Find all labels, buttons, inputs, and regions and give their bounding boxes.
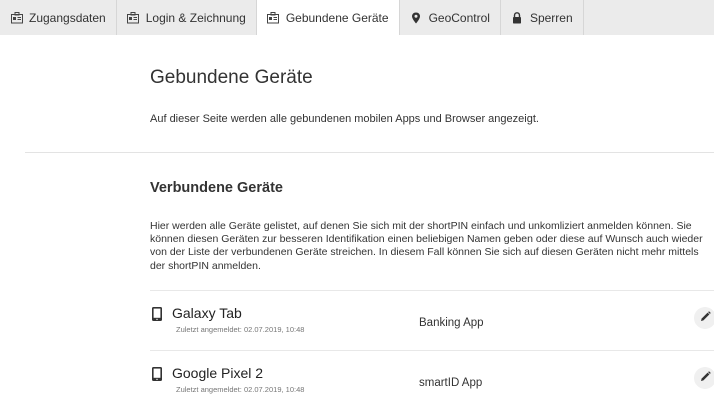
tab-zugangsdaten[interactable]: Zugangsdaten [0, 0, 117, 35]
pencil-icon [700, 369, 711, 387]
page-description: Auf dieser Seite werden alle gebundenen … [150, 113, 539, 125]
device-app: smartID App [419, 377, 483, 389]
pencil-icon [700, 309, 711, 327]
device-row: Galaxy Tab Zuletzt angemeldet: 02.07.201… [150, 305, 714, 349]
tab-bar: Zugangsdaten Login & Zeichnung Gebundene… [0, 0, 714, 35]
tab-label: Zugangsdaten [29, 10, 106, 25]
device-name: Google Pixel 2 [172, 365, 264, 381]
tab-label: Gebundene Geräte [285, 10, 389, 25]
tab-login-zeichnung[interactable]: Login & Zeichnung [117, 0, 257, 35]
tab-label: GeoControl [428, 10, 490, 25]
edit-device-button[interactable] [694, 307, 714, 329]
smartphone-icon [152, 367, 162, 381]
tab-label: Login & Zeichnung [145, 10, 246, 25]
device-name: Galaxy Tab [172, 305, 242, 321]
row-divider [150, 290, 714, 291]
tab-geocontrol[interactable]: GeoControl [400, 0, 501, 35]
lock-icon [511, 11, 524, 24]
tab-bar-filler [583, 0, 714, 35]
section-divider [25, 152, 714, 153]
section-description: Hier werden alle Geräte gelistet, auf de… [150, 220, 703, 272]
section-title: Verbundene Geräte [150, 180, 283, 196]
row-divider [150, 350, 714, 351]
id-card-icon [10, 11, 23, 24]
device-app: Banking App [419, 317, 484, 329]
edit-device-button[interactable] [694, 367, 714, 389]
id-card-icon [127, 11, 140, 24]
page-title: Gebundene Geräte [150, 67, 313, 88]
tab-label: Sperren [529, 10, 573, 25]
id-card-icon [267, 11, 280, 24]
map-pin-icon [410, 11, 423, 24]
main-content: Gebundene Geräte Auf dieser Seite werden… [0, 35, 714, 403]
device-last-login: Zuletzt angemeldet: 02.07.2019, 10:48 [176, 325, 305, 334]
device-last-login: Zuletzt angemeldet: 02.07.2019, 10:48 [176, 385, 305, 394]
tab-sperren[interactable]: Sperren [501, 0, 584, 35]
tab-gebundene-geraete[interactable]: Gebundene Geräte [256, 0, 400, 35]
smartphone-icon [152, 307, 162, 321]
device-row: Google Pixel 2 Zuletzt angemeldet: 02.07… [150, 365, 714, 403]
